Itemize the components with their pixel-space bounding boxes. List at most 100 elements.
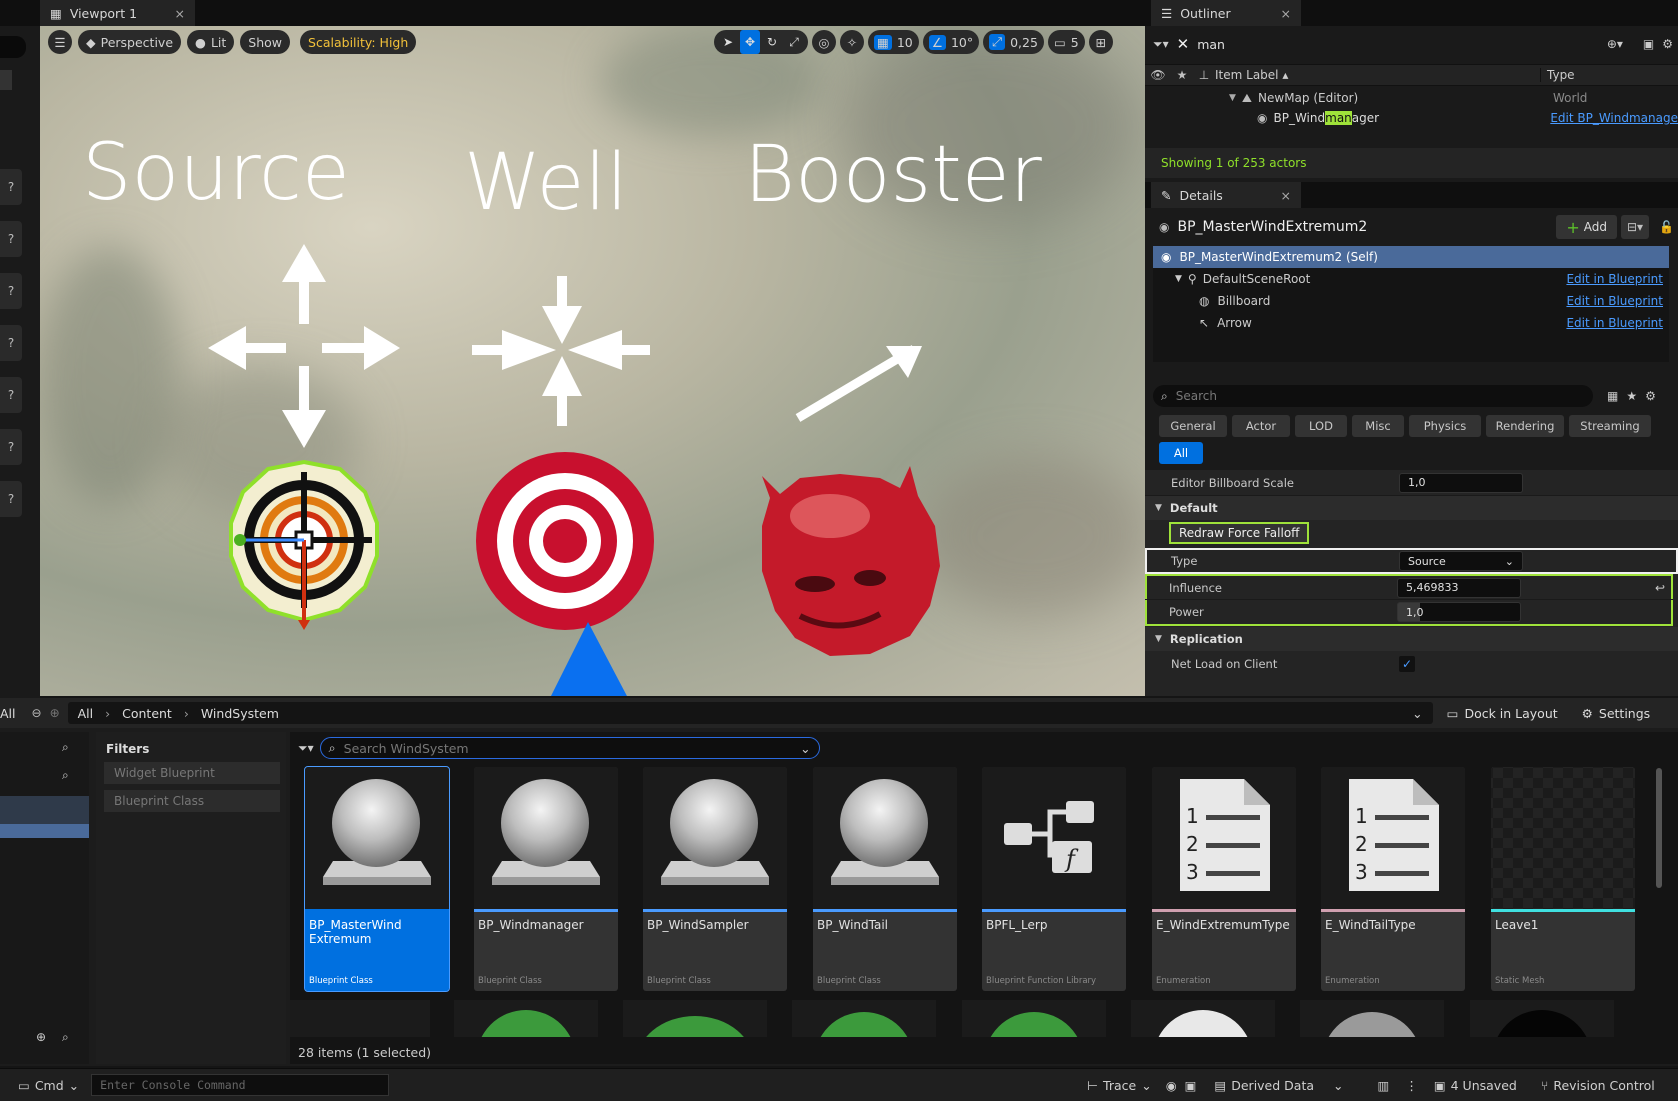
visibility-icon[interactable]: 👁	[1145, 68, 1171, 82]
close-icon[interactable]: ×	[175, 6, 185, 21]
category-streaming[interactable]: Streaming	[1569, 415, 1651, 437]
asset-tile[interactable]: f BPFL_Lerp Blueprint Function Library	[982, 767, 1126, 991]
influence-field[interactable]: 5,469833	[1397, 577, 1521, 598]
filter-blueprint-class[interactable]: Blueprint Class	[104, 790, 280, 812]
help-icon[interactable]: ?	[0, 429, 22, 465]
folder-selected-row[interactable]	[0, 824, 89, 838]
component-root[interactable]: ▼ ⚲ DefaultSceneRoot Edit in Blueprint	[1153, 268, 1669, 290]
source-billboard[interactable]	[229, 459, 379, 630]
category-lod[interactable]: LOD	[1295, 415, 1347, 437]
lock-icon[interactable]: 🔓	[1659, 220, 1674, 234]
search-icon[interactable]: ⌕	[62, 1030, 69, 1045]
help-icon[interactable]: ?	[0, 377, 22, 413]
forward-icon[interactable]: ⊕	[50, 706, 60, 720]
category-rendering[interactable]: Rendering	[1486, 415, 1564, 437]
favorite-icon[interactable]: ★	[1171, 68, 1193, 82]
tab-viewport[interactable]: ▦ Viewport 1 ×	[40, 0, 195, 26]
trace-button[interactable]: ⊢ Trace ⌄	[1087, 1078, 1152, 1093]
settings-icon[interactable]: ⚙	[1662, 37, 1673, 51]
component-arrow[interactable]: ↖ Arrow Edit in Blueprint	[1153, 312, 1669, 334]
col-type[interactable]: Type	[1540, 68, 1575, 82]
redraw-force-falloff-button[interactable]: Redraw Force Falloff	[1169, 522, 1310, 544]
filter-widget-blueprint[interactable]: Widget Blueprint	[104, 762, 280, 784]
edit-blueprint-link[interactable]: Edit in Blueprint	[1566, 294, 1663, 308]
asset-tile[interactable]: BP_MasterWind Extremum Blueprint Class	[304, 766, 450, 992]
all-sources-button[interactable]: All	[0, 706, 16, 721]
asset-tile[interactable]	[454, 1000, 598, 1037]
billboard-scale-field[interactable]: 1,0	[1399, 472, 1523, 493]
asset-tile[interactable]	[792, 1000, 936, 1037]
reset-to-default-icon[interactable]: ↩	[1655, 581, 1665, 595]
asset-tile[interactable]	[1131, 1000, 1275, 1037]
console-input[interactable]: Enter Console Command	[91, 1074, 390, 1096]
expand-arrow-icon[interactable]: ▼	[1155, 503, 1162, 513]
section-replication[interactable]: ▼ Replication	[1145, 627, 1678, 651]
asset-tile[interactable]: BP_WindTail Blueprint Class	[813, 767, 957, 991]
help-icon[interactable]: ?	[0, 273, 22, 309]
edit-blueprint-link[interactable]: Edit in Blueprint	[1566, 272, 1663, 286]
history-dropdown-icon[interactable]: ⌄	[1412, 706, 1422, 721]
close-icon[interactable]: ×	[1281, 188, 1291, 203]
favorites-star-icon[interactable]: ★	[1626, 389, 1637, 403]
col-item-label[interactable]: Item Label ▴	[1215, 68, 1540, 82]
add-component-button[interactable]: + Add	[1556, 215, 1617, 239]
asset-tile[interactable]	[962, 1000, 1106, 1037]
derived-data-button[interactable]: ▤ Derived Data ⌄	[1214, 1078, 1343, 1093]
add-icon[interactable]: ⊕	[36, 1030, 46, 1044]
edit-blueprint-link[interactable]: Edit BP_Windmanage	[1550, 111, 1678, 125]
viewport[interactable]: ☰ ◆ Perspective ● Lit Show Scalability: Hi…	[40, 26, 1145, 696]
asset-tile[interactable]	[623, 1000, 767, 1037]
filter-icon[interactable]: ⏷▾	[298, 741, 314, 756]
edit-blueprint-link[interactable]: Edit in Blueprint	[1566, 316, 1663, 330]
more-options-icon[interactable]: ⋮	[1405, 1078, 1418, 1093]
scrollbar-thumb[interactable]	[1656, 768, 1662, 888]
help-icon[interactable]: ?	[0, 325, 22, 361]
asset-tile[interactable]	[1300, 1000, 1444, 1037]
filter-icon[interactable]: ⏷▾	[1153, 37, 1169, 52]
component-self[interactable]: ◉ BP_MasterWindExtremum2 (Self)	[1153, 246, 1669, 268]
asset-tile[interactable]	[1470, 1000, 1614, 1037]
asset-tile[interactable]: BP_WindSampler Blueprint Class	[643, 767, 787, 991]
category-all[interactable]: All	[1159, 442, 1203, 464]
section-default[interactable]: ▼ Default	[1145, 496, 1678, 520]
folder-selected-row[interactable]	[0, 796, 89, 824]
mode-input[interactable]	[0, 36, 26, 58]
help-icon[interactable]: ?	[0, 481, 22, 517]
outliner-search-input[interactable]: man	[1197, 37, 1599, 52]
blueprint-options-button[interactable]: ⊟▾	[1620, 215, 1650, 239]
record-icon[interactable]: ◉	[1166, 1078, 1177, 1093]
details-search-input[interactable]: ⌕ Search	[1153, 385, 1593, 407]
asset-tile[interactable]	[290, 1000, 430, 1037]
pin-icon[interactable]: ⊥	[1193, 68, 1215, 82]
category-misc[interactable]: Misc	[1352, 415, 1404, 437]
asset-tile[interactable]: 1 2 3 E_WindTailType Enumeration	[1321, 767, 1465, 991]
add-icon[interactable]: ⊕▾	[1607, 37, 1623, 51]
search-icon[interactable]: ⌕	[62, 768, 69, 783]
expand-arrow-icon[interactable]: ▼	[1175, 274, 1182, 284]
net-load-checkbox[interactable]: ✓	[1399, 656, 1415, 672]
breadcrumb-item[interactable]: Content	[122, 706, 172, 721]
search-icon[interactable]: ⌕	[62, 740, 69, 755]
stats-icon[interactable]: ▥	[1378, 1078, 1390, 1093]
clear-search-icon[interactable]: ✕	[1177, 35, 1190, 53]
category-general[interactable]: General	[1159, 415, 1227, 437]
expand-arrow-icon[interactable]: ▼	[1155, 634, 1162, 644]
component-billboard[interactable]: ◍ Billboard Edit in Blueprint	[1153, 290, 1669, 312]
help-icon[interactable]: ?	[0, 221, 22, 257]
mode-icon[interactable]	[0, 70, 12, 90]
tab-outliner[interactable]: ☰ Outliner ×	[1151, 0, 1301, 26]
type-dropdown[interactable]: Source ⌄	[1399, 551, 1523, 571]
power-field[interactable]: 1,0	[1397, 602, 1521, 622]
back-icon[interactable]: ⊖	[32, 706, 42, 720]
well-billboard[interactable]	[476, 452, 654, 630]
asset-tile[interactable]: 1 2 3 E_WindExtremumType Enumeration	[1152, 767, 1296, 991]
breadcrumb-item[interactable]: WindSystem	[201, 706, 279, 721]
category-actor[interactable]: Actor	[1232, 415, 1290, 437]
table-view-icon[interactable]: ▦	[1607, 389, 1618, 403]
outliner-row-world[interactable]: ▼ ⛰ NewMap (Editor) World	[1145, 88, 1678, 108]
unsaved-button[interactable]: ▣ 4 Unsaved	[1434, 1078, 1517, 1093]
category-physics[interactable]: Physics	[1409, 415, 1481, 437]
asset-tile[interactable]: BP_Windmanager Blueprint Class	[474, 767, 618, 991]
revision-control-button[interactable]: ⑂ Revision Control	[1541, 1078, 1655, 1093]
booster-billboard[interactable]	[762, 466, 940, 656]
